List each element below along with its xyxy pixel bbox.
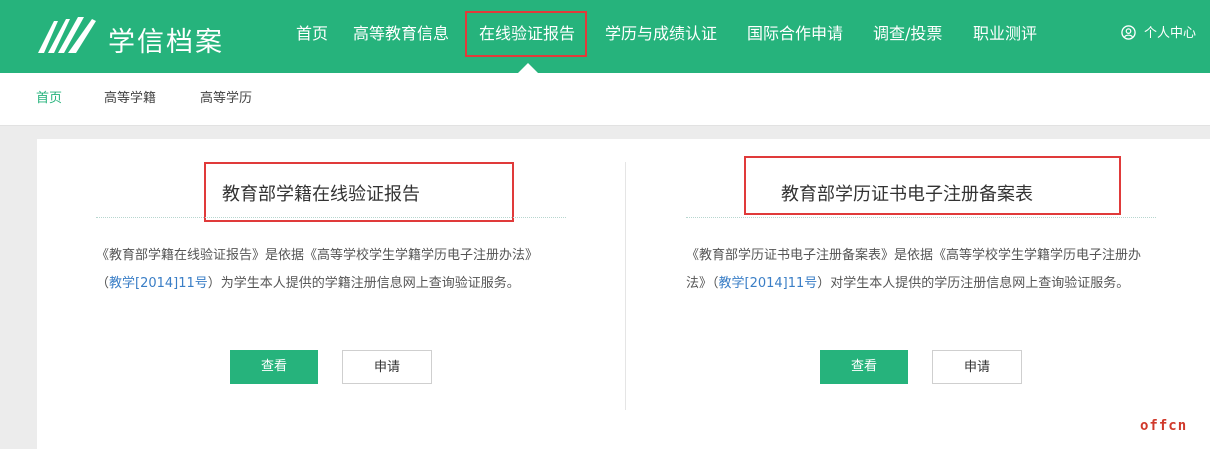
user-icon [1121, 25, 1136, 40]
nav-item-survey-vote[interactable]: 调查/投票 [873, 0, 942, 73]
subnav-item-home[interactable]: 首页 [36, 73, 62, 125]
book-logo-icon [38, 17, 96, 53]
card-description-degree-registration: 《教育部学历证书电子注册备案表》是依据《高等学校学生学籍学历电子注册办法》（教学… [686, 242, 1156, 298]
breadcrumb-subnav: 首页 高等学籍 高等学历 [0, 73, 1210, 126]
nav-item-career-assessment[interactable]: 职业测评 [973, 0, 1037, 73]
title-underline [96, 217, 566, 218]
nav-item-international-cooperation[interactable]: 国际合作申请 [747, 0, 843, 73]
active-nav-pointer [518, 63, 538, 73]
description-text: ）为学生本人提供的学籍注册信息网上查询验证服务。 [207, 276, 520, 291]
nav-item-home[interactable]: 首页 [296, 0, 328, 73]
apply-button[interactable]: 申请 [342, 350, 432, 384]
nav-item-degree-transcript-certification[interactable]: 学历与成绩认证 [605, 0, 717, 73]
view-button[interactable]: 查看 [230, 350, 318, 384]
description-text: ）对学生本人提供的学历注册信息网上查询验证服务。 [817, 276, 1130, 291]
subnav-item-higher-degree[interactable]: 高等学历 [200, 73, 252, 125]
subnav-item-higher-enrollment[interactable]: 高等学籍 [104, 73, 156, 125]
card-title-degree-registration: 教育部学历证书电子注册备案表 [781, 184, 1033, 205]
regulation-link[interactable]: 教学[2014]11号 [109, 276, 208, 291]
regulation-link[interactable]: 教学[2014]11号 [719, 276, 818, 291]
brand-name: 学信档案 [108, 27, 224, 58]
card-description-enrollment-report: 《教育部学籍在线验证报告》是依据《高等学校学生学籍学历电子注册办法》（教学[20… [96, 242, 556, 298]
brand-logo[interactable]: 学信档案 [36, 15, 236, 59]
user-center-label: 个人中心 [1144, 26, 1197, 41]
nav-item-higher-education-info[interactable]: 高等教育信息 [353, 0, 449, 73]
user-center-link[interactable]: 个人中心 [1121, 0, 1196, 73]
view-button[interactable]: 查看 [820, 350, 908, 384]
apply-button[interactable]: 申请 [932, 350, 1022, 384]
card-title-enrollment-report: 教育部学籍在线验证报告 [222, 184, 420, 205]
top-navigation-bar: 学信档案 首页 高等教育信息 在线验证报告 学历与成绩认证 国际合作申请 调查/… [0, 0, 1210, 73]
column-divider [625, 162, 626, 410]
title-underline [686, 217, 1156, 218]
watermark-text: offcn [1140, 418, 1188, 434]
